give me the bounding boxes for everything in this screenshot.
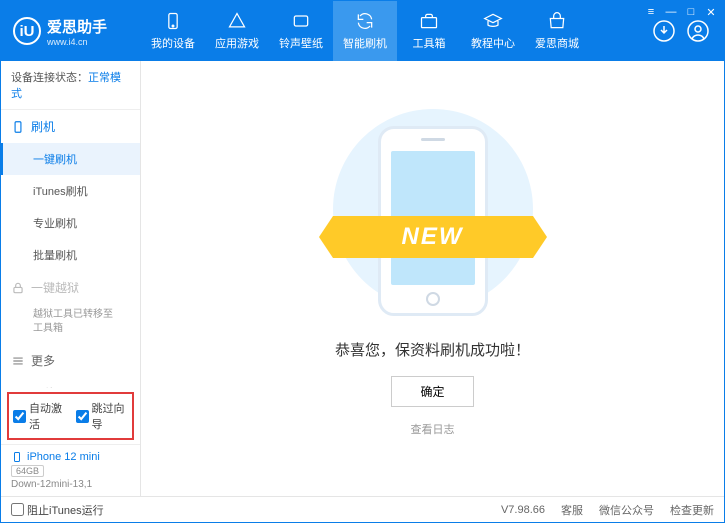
- checkbox-input[interactable]: [13, 410, 26, 423]
- device-storage: 64GB: [11, 465, 44, 477]
- sidebar-item-pro[interactable]: 专业刷机: [1, 207, 140, 239]
- nav-tab-apps[interactable]: 应用游戏: [205, 1, 269, 61]
- lock-icon: [11, 281, 25, 295]
- nav-label: 爱思商城: [535, 35, 579, 51]
- nav-label: 工具箱: [413, 35, 446, 51]
- menu-icon[interactable]: ≡: [644, 5, 658, 19]
- sidebar-item-batch[interactable]: 批量刷机: [1, 239, 140, 271]
- service-link[interactable]: 客服: [561, 502, 583, 518]
- maximize-icon[interactable]: □: [684, 5, 698, 19]
- device-name-text: iPhone 12 mini: [27, 451, 100, 463]
- logo-icon: iU: [13, 17, 41, 45]
- view-log-link[interactable]: 查看日志: [411, 421, 455, 437]
- conn-label: 设备连接状态：: [11, 72, 88, 84]
- minimize-icon[interactable]: —: [664, 5, 678, 19]
- phone-home-button: [426, 292, 440, 306]
- body: 设备连接状态：正常模式 刷机 一键刷机 iTunes刷机 专业刷机 批量刷机 一…: [1, 61, 724, 496]
- nav-label: 我的设备: [151, 35, 195, 51]
- checkbox-skip-guide[interactable]: 跳过向导: [76, 400, 129, 432]
- statusbar: 阻止iTunes运行 V7.98.66 客服 微信公众号 检查更新: [1, 496, 724, 522]
- device-name: iPhone 12 mini: [11, 451, 130, 463]
- checkbox-auto-activate[interactable]: 自动激活: [13, 400, 66, 432]
- group-jailbreak[interactable]: 一键越狱: [1, 271, 140, 304]
- ok-button[interactable]: 确定: [391, 376, 473, 407]
- connection-status: 设备连接状态：正常模式: [1, 61, 140, 110]
- group-label: 更多: [31, 352, 55, 369]
- user-icons: [652, 19, 724, 43]
- nav-tab-ringtones[interactable]: 铃声壁纸: [269, 1, 333, 61]
- group-label: 刷机: [31, 118, 55, 135]
- sidebar-item-oneclick[interactable]: 一键刷机: [1, 143, 140, 175]
- nav-label: 铃声壁纸: [279, 35, 323, 51]
- device-box[interactable]: iPhone 12 mini 64GB Down-12mini-13,1: [1, 444, 140, 496]
- device-firmware: Down-12mini-13,1: [11, 479, 130, 490]
- group-flash[interactable]: 刷机: [1, 110, 140, 143]
- checkbox-label: 跳过向导: [92, 400, 129, 432]
- sidebar-scroll: 刷机 一键刷机 iTunes刷机 专业刷机 批量刷机 一键越狱 越狱工具已转移至…: [1, 110, 140, 388]
- app-name: 爱思助手: [47, 16, 107, 37]
- nav-tabs: 我的设备 应用游戏 铃声壁纸 智能刷机 工具箱 教程中心 爱思商城: [141, 1, 652, 61]
- success-message: 恭喜您，保资料刷机成功啦！: [335, 339, 530, 360]
- download-icon[interactable]: [652, 19, 676, 43]
- nav-tab-store[interactable]: 爱思商城: [525, 1, 589, 61]
- sidebar-item-itunes[interactable]: iTunes刷机: [1, 175, 140, 207]
- app-window: iU 爱思助手 www.i4.cn 我的设备 应用游戏 铃声壁纸 智能刷机 工具…: [0, 0, 725, 523]
- wechat-link[interactable]: 微信公众号: [599, 502, 654, 518]
- nav-tab-toolbox[interactable]: 工具箱: [397, 1, 461, 61]
- checkbox-block-itunes[interactable]: 阻止iTunes运行: [11, 502, 104, 518]
- app-url: www.i4.cn: [47, 37, 107, 47]
- phone-speaker: [421, 138, 445, 141]
- menu-lines-icon: [11, 354, 25, 368]
- phone-icon: [11, 451, 23, 463]
- nav-tab-tutorials[interactable]: 教程中心: [461, 1, 525, 61]
- titlebar: iU 爱思助手 www.i4.cn 我的设备 应用游戏 铃声壁纸 智能刷机 工具…: [1, 1, 724, 61]
- jailbreak-note: 越狱工具已转移至 工具箱: [1, 304, 140, 344]
- nav-label: 教程中心: [471, 35, 515, 51]
- nav-tab-flash[interactable]: 智能刷机: [333, 1, 397, 61]
- phone-icon: [11, 120, 25, 134]
- checkbox-label: 自动激活: [29, 400, 66, 432]
- checkbox-highlight: 自动激活 跳过向导: [7, 392, 134, 440]
- close-icon[interactable]: ✕: [704, 5, 718, 19]
- phone-illustration: NEW: [363, 121, 503, 321]
- update-link[interactable]: 检查更新: [670, 502, 714, 518]
- group-more[interactable]: 更多: [1, 344, 140, 377]
- new-ribbon: NEW: [333, 216, 533, 258]
- version-label: V7.98.66: [501, 504, 545, 516]
- nav-label: 智能刷机: [343, 35, 387, 51]
- group-label: 一键越狱: [31, 279, 79, 296]
- logo-area: iU 爱思助手 www.i4.cn: [1, 16, 141, 47]
- main-content: NEW 恭喜您，保资料刷机成功啦！ 确定 查看日志: [141, 61, 724, 496]
- nav-tab-device[interactable]: 我的设备: [141, 1, 205, 61]
- sidebar-item-othertools[interactable]: 其他工具: [1, 377, 140, 388]
- sidebar: 设备连接状态：正常模式 刷机 一键刷机 iTunes刷机 专业刷机 批量刷机 一…: [1, 61, 141, 496]
- checkbox-label: 阻止iTunes运行: [27, 502, 104, 518]
- user-icon[interactable]: [686, 19, 710, 43]
- nav-label: 应用游戏: [215, 35, 259, 51]
- window-controls: ≡ — □ ✕: [644, 5, 718, 19]
- checkbox-input[interactable]: [11, 503, 24, 516]
- checkbox-input[interactable]: [76, 410, 89, 423]
